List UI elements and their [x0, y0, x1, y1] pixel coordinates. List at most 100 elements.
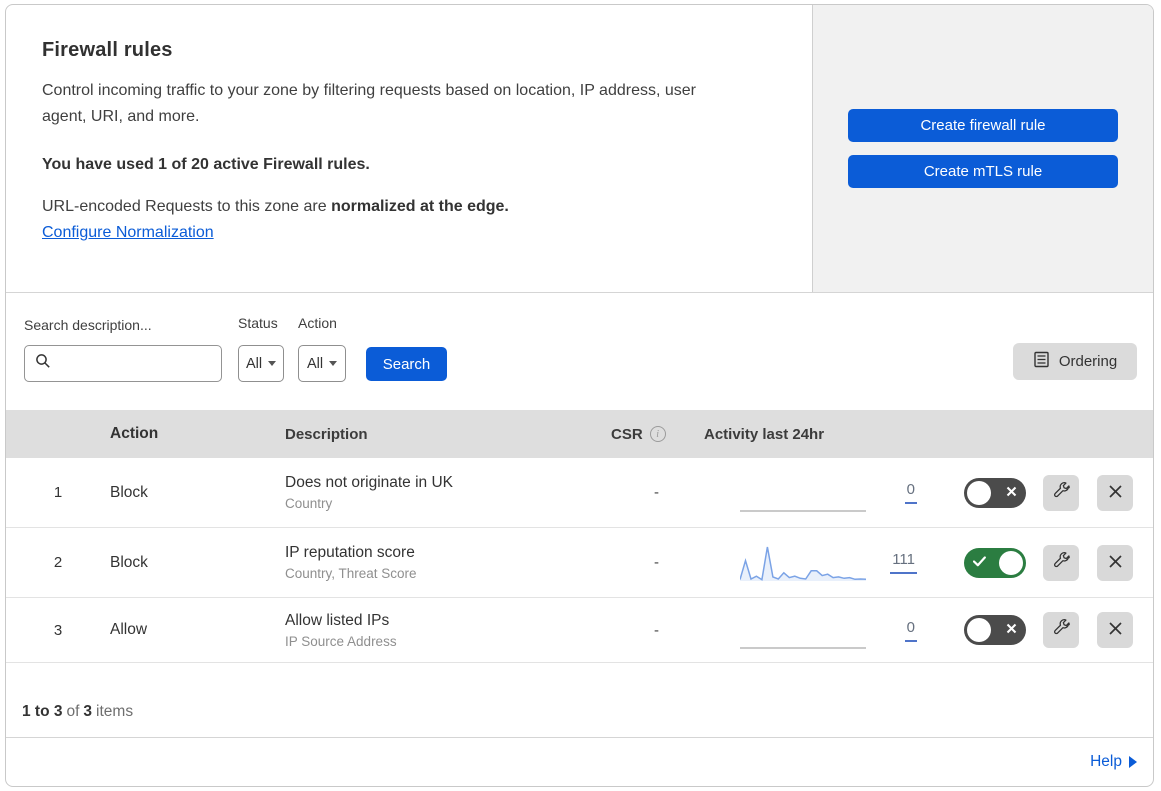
wrench-icon [1052, 619, 1071, 641]
wrench-icon [1052, 551, 1071, 574]
edit-rule-button[interactable] [1043, 544, 1079, 581]
search-description-label: Search description... [24, 317, 152, 333]
rule-fields: Country, Threat Score [285, 566, 417, 581]
rule-toggle-cell [935, 477, 1039, 508]
column-csr: CSR i [589, 426, 695, 443]
search-input[interactable] [59, 355, 209, 372]
search-button[interactable]: Search [366, 347, 447, 381]
table-row: 2 Block IP reputation score Country, Thr… [6, 528, 1153, 598]
create-firewall-rule-button[interactable]: Create firewall rule [848, 109, 1118, 142]
activity-sparkline [740, 647, 866, 649]
status-filter-select[interactable]: All [238, 345, 284, 382]
column-action: Action [110, 425, 159, 442]
usage-summary: You have used 1 of 20 active Firewall ru… [42, 156, 370, 173]
rule-description-cell: IP reputation score Country, Threat Scor… [285, 544, 589, 581]
rule-csr: - [654, 621, 659, 639]
x-icon [1006, 484, 1017, 502]
activity-count-link[interactable]: 0 [904, 619, 917, 642]
normalization-text: URL-encoded Requests to this zone are [42, 198, 332, 215]
rule-toggle-cell [935, 615, 1039, 645]
action-filter-select[interactable]: All [298, 345, 346, 382]
action-filter-value: All [306, 355, 324, 372]
activity-count-link[interactable]: 111 [890, 551, 917, 574]
delete-rule-button[interactable] [1097, 474, 1133, 511]
rule-activity-cell: 0 [695, 472, 935, 514]
search-icon [35, 353, 51, 374]
normalization-bold-text: normalized at the edge. [331, 198, 509, 215]
pagination-range: 1 to 3 [22, 703, 63, 720]
action-filter-label: Action [298, 315, 337, 331]
close-icon [1108, 621, 1123, 639]
chevron-down-icon [268, 361, 277, 366]
normalization-note: URL-encoded Requests to this zone are no… [42, 198, 806, 216]
rule-activity-cell: 111 [695, 542, 935, 584]
ordering-button-label: Ordering [1058, 353, 1118, 370]
pagination-total: 3 [83, 703, 93, 720]
close-icon [1108, 484, 1123, 502]
delete-rule-button[interactable] [1097, 544, 1133, 581]
table-header: Action Description CSR i Activity last 2… [6, 410, 1153, 458]
page-description: Control incoming traffic to your zone by… [42, 82, 696, 125]
rule-fields: Country [285, 496, 333, 511]
column-description: Description [285, 425, 368, 443]
x-icon [1006, 621, 1017, 639]
help-bar: Help [6, 738, 1153, 785]
rule-description: Does not originate in UK [285, 474, 454, 491]
rule-enabled-toggle[interactable] [964, 615, 1026, 645]
delete-rule-button[interactable] [1097, 612, 1133, 648]
rule-action: Block [110, 483, 148, 501]
pagination-items: items [96, 703, 134, 720]
actions-panel: Create firewall rule Create mTLS rule [812, 5, 1153, 292]
rule-activity-cell: 0 [695, 609, 935, 651]
rules-table-body: 1 Block Does not originate in UK Country… [6, 458, 1153, 663]
edit-rule-button[interactable] [1043, 612, 1079, 648]
header-text-block: Firewall rules Control incoming traffic … [6, 5, 806, 242]
rule-description: Allow listed IPs [285, 611, 390, 629]
ordering-list-icon [1033, 351, 1050, 372]
search-input-container [24, 345, 222, 382]
toggle-knob [999, 550, 1023, 575]
column-csr-label: CSR [611, 425, 643, 443]
rule-enabled-toggle[interactable] [964, 547, 1026, 578]
table-row: 1 Block Does not originate in UK Country… [6, 458, 1153, 528]
activity-sparkline [740, 509, 866, 512]
edit-rule-button[interactable] [1043, 474, 1079, 511]
ordering-button[interactable]: Ordering [1013, 343, 1137, 380]
arrow-right-icon [1129, 755, 1137, 768]
check-icon [972, 554, 986, 572]
rule-csr: - [654, 484, 659, 501]
status-filter-value: All [245, 355, 263, 372]
rule-priority: 1 [53, 484, 63, 501]
wrench-icon [1052, 481, 1071, 504]
rule-priority: 3 [53, 621, 63, 639]
toggle-knob [967, 480, 991, 505]
rule-enabled-toggle[interactable] [964, 477, 1026, 508]
rule-action: Allow [110, 621, 148, 638]
pagination-summary: 1 to 3 of 3 items [6, 663, 1153, 738]
help-link-label: Help [1090, 752, 1122, 770]
header-section: Firewall rules Control incoming traffic … [6, 5, 1153, 293]
rule-priority: 2 [53, 554, 63, 571]
activity-count-link[interactable]: 0 [904, 481, 917, 504]
column-activity: Activity last 24hr [704, 425, 825, 443]
close-icon [1108, 554, 1123, 572]
info-icon[interactable]: i [649, 426, 666, 442]
status-filter-label: Status [238, 315, 278, 331]
rule-fields: IP Source Address [285, 633, 397, 649]
rule-description-cell: Does not originate in UK Country [285, 474, 589, 511]
rule-action: Block [110, 553, 148, 571]
activity-sparkline [740, 546, 866, 581]
rule-toggle-cell [935, 547, 1039, 578]
pagination-of: of [66, 703, 80, 720]
firewall-rules-card: Firewall rules Control incoming traffic … [5, 4, 1154, 787]
create-mtls-rule-button[interactable]: Create mTLS rule [848, 155, 1118, 188]
rule-description-cell: Allow listed IPs IP Source Address [285, 612, 589, 649]
filter-bar: Search description... Status All Action … [6, 293, 1153, 410]
table-row: 3 Allow Allow listed IPs IP Source Addre… [6, 598, 1153, 663]
help-link[interactable]: Help [1090, 753, 1137, 771]
rule-csr: - [654, 554, 659, 571]
page-title: Firewall rules [42, 39, 173, 61]
configure-normalization-link[interactable]: Configure Normalization [42, 224, 214, 242]
chevron-down-icon [329, 361, 338, 366]
toggle-knob [967, 618, 991, 642]
